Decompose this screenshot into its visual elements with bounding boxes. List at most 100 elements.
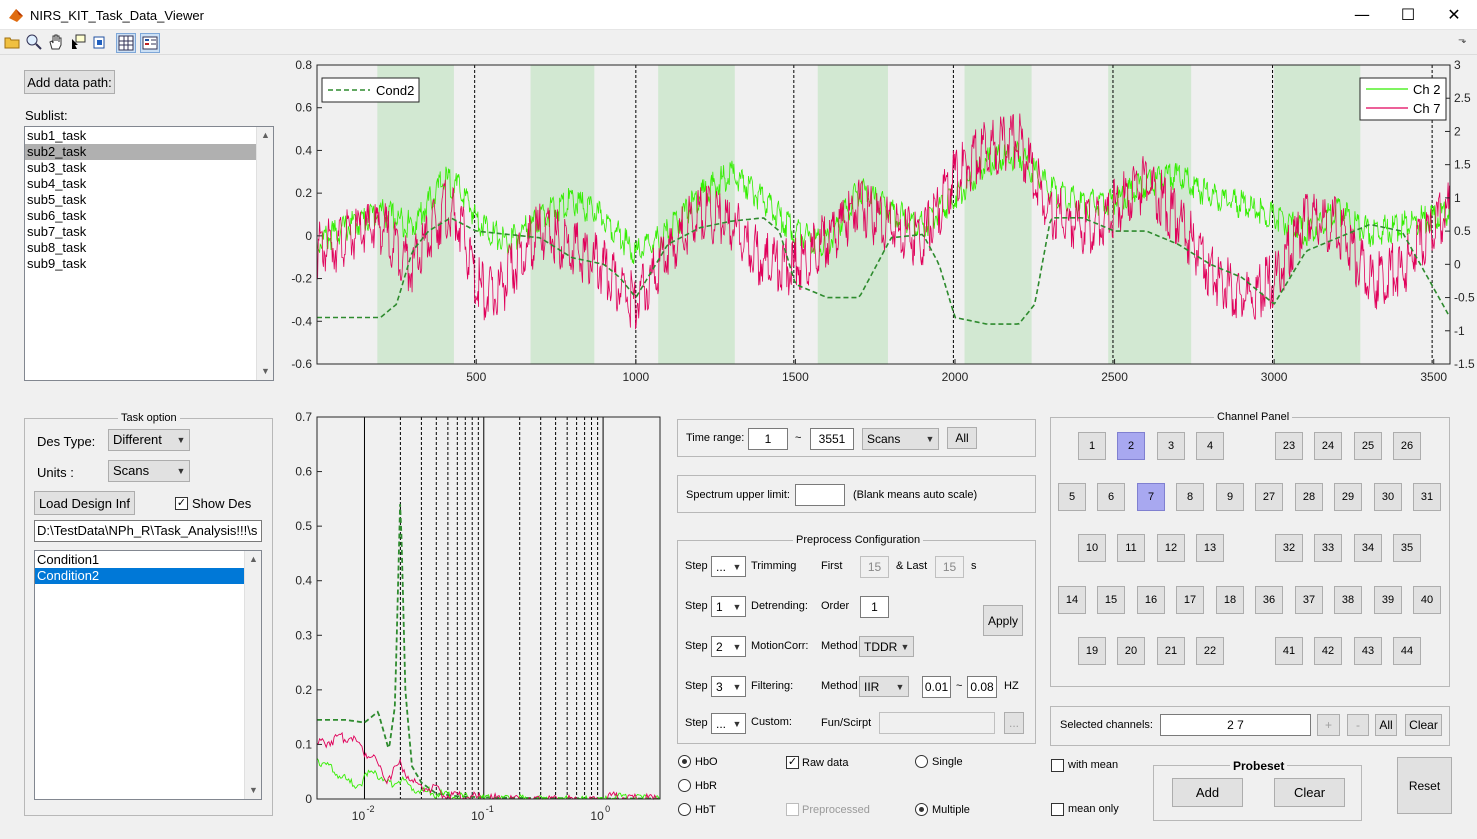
list-item[interactable]: sub3_task	[25, 160, 257, 176]
channel-button-10[interactable]: 10	[1078, 534, 1106, 562]
channel-button-27[interactable]: 27	[1255, 483, 1283, 511]
list-item[interactable]: sub9_task	[25, 256, 257, 272]
probeset-add-button[interactable]: Add	[1172, 778, 1243, 807]
channel-button-40[interactable]: 40	[1413, 586, 1441, 614]
channel-button-42[interactable]: 42	[1314, 637, 1342, 665]
add-channel-button[interactable]: +	[1317, 714, 1340, 736]
time-range-all-button[interactable]: All	[947, 427, 977, 449]
subject-scrollbar[interactable]: ▲ ▼	[256, 127, 273, 380]
channel-button-5[interactable]: 5	[1058, 483, 1086, 511]
channel-button-1[interactable]: 1	[1078, 432, 1106, 460]
legend-toggle-icon[interactable]	[140, 33, 160, 53]
close-button[interactable]: ✕	[1431, 0, 1477, 30]
list-item[interactable]: sub8_task	[25, 240, 257, 256]
raw-data-checkbox[interactable]: ✓	[786, 756, 799, 769]
custom-step-select[interactable]: ... ▼	[711, 713, 746, 734]
minimize-button[interactable]: —	[1339, 0, 1385, 30]
channel-button-25[interactable]: 25	[1354, 432, 1382, 460]
maximize-button[interactable]: ☐	[1385, 0, 1431, 30]
selected-channels-input[interactable]: 2 7	[1160, 714, 1311, 736]
motioncorr-step-select[interactable]: 2 ▼	[711, 636, 746, 657]
reset-button[interactable]: Reset	[1397, 757, 1452, 814]
channel-button-29[interactable]: 29	[1334, 483, 1362, 511]
pan-hand-icon[interactable]	[47, 33, 67, 53]
select-all-channels-button[interactable]: All	[1375, 714, 1397, 736]
single-radio[interactable]	[915, 755, 928, 768]
channel-button-38[interactable]: 38	[1334, 586, 1362, 614]
channel-button-3[interactable]: 3	[1157, 432, 1185, 460]
list-item[interactable]: sub5_task	[25, 192, 257, 208]
hbt-radio[interactable]	[678, 803, 691, 816]
channel-button-33[interactable]: 33	[1314, 534, 1342, 562]
trimming-first-input[interactable]: 15	[860, 556, 889, 578]
filtering-method-select[interactable]: IIR ▼	[859, 676, 909, 697]
channel-button-9[interactable]: 9	[1216, 483, 1244, 511]
channel-button-20[interactable]: 20	[1117, 637, 1145, 665]
list-item[interactable]: sub1_task	[25, 128, 257, 144]
channel-button-31[interactable]: 31	[1413, 483, 1441, 511]
channel-button-23[interactable]: 23	[1275, 432, 1303, 460]
condition-listbox[interactable]: Condition1 Condition2 ▲ ▼	[34, 550, 262, 800]
custom-script-input[interactable]	[879, 712, 995, 734]
data-cursor-icon[interactable]	[69, 33, 89, 53]
trimming-step-select[interactable]: ... ▼	[711, 556, 746, 577]
channel-button-14[interactable]: 14	[1058, 586, 1086, 614]
des-type-select[interactable]: Different ▼	[108, 429, 190, 451]
filter-high-input[interactable]: 0.08	[967, 676, 997, 698]
channel-button-16[interactable]: 16	[1137, 586, 1165, 614]
channel-button-24[interactable]: 24	[1314, 432, 1342, 460]
hbr-radio[interactable]	[678, 779, 691, 792]
add-data-path-button[interactable]: Add data path:	[24, 70, 115, 94]
show-des-checkbox[interactable]: ✓	[175, 497, 188, 510]
detrending-step-select[interactable]: 1 ▼	[711, 596, 746, 617]
channel-button-28[interactable]: 28	[1295, 483, 1323, 511]
channel-button-12[interactable]: 12	[1157, 534, 1185, 562]
channel-button-2[interactable]: 2	[1117, 432, 1145, 460]
condition-scrollbar[interactable]: ▲ ▼	[244, 551, 261, 799]
grid-toggle-icon[interactable]	[116, 33, 136, 53]
remove-channel-button[interactable]: -	[1347, 714, 1369, 736]
hbo-radio[interactable]	[678, 755, 691, 768]
channel-button-34[interactable]: 34	[1354, 534, 1382, 562]
units-select[interactable]: Scans ▼	[108, 460, 190, 482]
multiple-radio[interactable]	[915, 803, 928, 816]
channel-button-32[interactable]: 32	[1275, 534, 1303, 562]
time-unit-select[interactable]: Scans ▼	[862, 428, 939, 450]
toolbar-overflow-icon[interactable]: ⬎	[1458, 35, 1466, 46]
channel-button-39[interactable]: 39	[1374, 586, 1402, 614]
channel-button-6[interactable]: 6	[1097, 483, 1125, 511]
clear-channels-button[interactable]: Clear	[1405, 714, 1442, 736]
channel-button-19[interactable]: 19	[1078, 637, 1106, 665]
scroll-up-icon[interactable]: ▲	[257, 127, 273, 144]
custom-browse-button[interactable]: ...	[1004, 712, 1024, 734]
list-item[interactable]: sub7_task	[25, 224, 257, 240]
channel-button-26[interactable]: 26	[1393, 432, 1421, 460]
channel-button-41[interactable]: 41	[1275, 637, 1303, 665]
channel-button-37[interactable]: 37	[1295, 586, 1323, 614]
probeset-clear-button[interactable]: Clear	[1274, 778, 1345, 807]
channel-button-11[interactable]: 11	[1117, 534, 1145, 562]
channel-button-35[interactable]: 35	[1393, 534, 1421, 562]
list-item[interactable]: sub6_task	[25, 208, 257, 224]
scroll-down-icon[interactable]: ▼	[257, 363, 273, 380]
channel-button-15[interactable]: 15	[1097, 586, 1125, 614]
open-folder-icon[interactable]	[3, 33, 23, 53]
channel-button-43[interactable]: 43	[1354, 637, 1382, 665]
motioncorr-method-select[interactable]: TDDR ▼	[859, 636, 914, 657]
filtering-step-select[interactable]: 3 ▼	[711, 676, 746, 697]
spectrum-limit-input[interactable]	[795, 484, 845, 506]
list-item[interactable]: Condition2	[35, 568, 245, 584]
scroll-up-icon[interactable]: ▲	[245, 551, 261, 568]
load-design-button[interactable]: Load Design Inf	[34, 491, 135, 515]
channel-button-17[interactable]: 17	[1176, 586, 1204, 614]
channel-button-30[interactable]: 30	[1374, 483, 1402, 511]
mean-only-checkbox[interactable]	[1051, 803, 1064, 816]
list-item[interactable]: Condition1	[35, 552, 245, 568]
copy-figure-icon[interactable]	[91, 33, 111, 53]
subject-listbox[interactable]: sub1_task sub2_task sub3_task sub4_task sub5…	[24, 126, 274, 381]
channel-button-21[interactable]: 21	[1157, 637, 1185, 665]
list-item[interactable]: sub2_task	[25, 144, 257, 160]
channel-button-36[interactable]: 36	[1255, 586, 1283, 614]
channel-button-22[interactable]: 22	[1196, 637, 1224, 665]
filter-low-input[interactable]: 0.01	[922, 676, 951, 698]
